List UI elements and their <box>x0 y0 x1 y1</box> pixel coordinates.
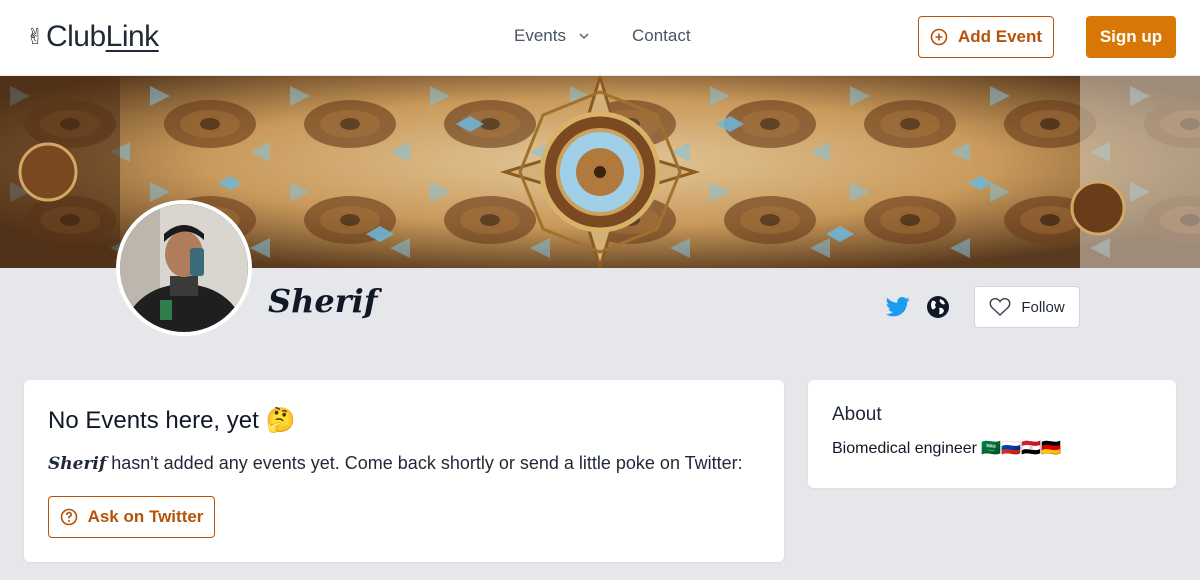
top-navbar: ✌ Club Link Events Contact Add Event Sign… <box>0 0 1200 76</box>
avatar-photo <box>120 204 248 332</box>
clublink-logo[interactable]: ✌ Club Link <box>26 20 159 54</box>
heart-outline-icon <box>989 297 1011 316</box>
sign-up-button[interactable]: Sign up <box>1086 16 1176 58</box>
victory-hand-icon: ✌ <box>26 24 44 49</box>
add-event-button[interactable]: Add Event <box>918 16 1054 58</box>
message-text: hasn't added any events yet. Come back s… <box>106 453 743 473</box>
logo-text-club: Club <box>45 20 106 53</box>
main-nav: Events Contact <box>514 26 691 46</box>
ask-on-twitter-label: Ask on Twitter <box>87 507 204 526</box>
globe-icon <box>927 296 949 318</box>
no-events-message: Sherif hasn't added any events yet. Come… <box>48 453 760 474</box>
profile-name: Sherif <box>268 282 378 320</box>
twitter-icon <box>886 297 910 317</box>
follow-button[interactable]: Follow <box>974 286 1080 328</box>
nav-events-dropdown[interactable]: Events <box>514 26 590 46</box>
question-circle-icon <box>60 508 77 526</box>
plus-circle-icon <box>930 28 948 46</box>
nav-events-label: Events <box>514 26 566 45</box>
chevron-down-icon <box>579 33 589 40</box>
add-event-label: Add Event <box>957 27 1043 46</box>
twitter-link[interactable] <box>885 294 911 320</box>
logo-text-link: Link <box>105 20 160 53</box>
about-card: About Biomedical engineer 🇸🇦🇷🇺🇪🇬🇩🇪 <box>808 380 1176 488</box>
about-bio: Biomedical engineer 🇸🇦🇷🇺🇪🇬🇩🇪 <box>832 440 1062 457</box>
no-events-heading: No Events here, yet 🤔 <box>48 407 296 434</box>
message-profile-name: Sherif <box>48 454 107 474</box>
events-card: No Events here, yet 🤔 Sherif hasn't adde… <box>24 380 784 562</box>
ask-on-twitter-button[interactable]: Ask on Twitter <box>48 496 215 538</box>
follow-label: Follow <box>1021 298 1065 316</box>
profile-avatar <box>116 200 252 336</box>
nav-contact-link[interactable]: Contact <box>632 26 691 46</box>
website-link[interactable] <box>925 294 951 320</box>
about-heading: About <box>832 404 882 425</box>
